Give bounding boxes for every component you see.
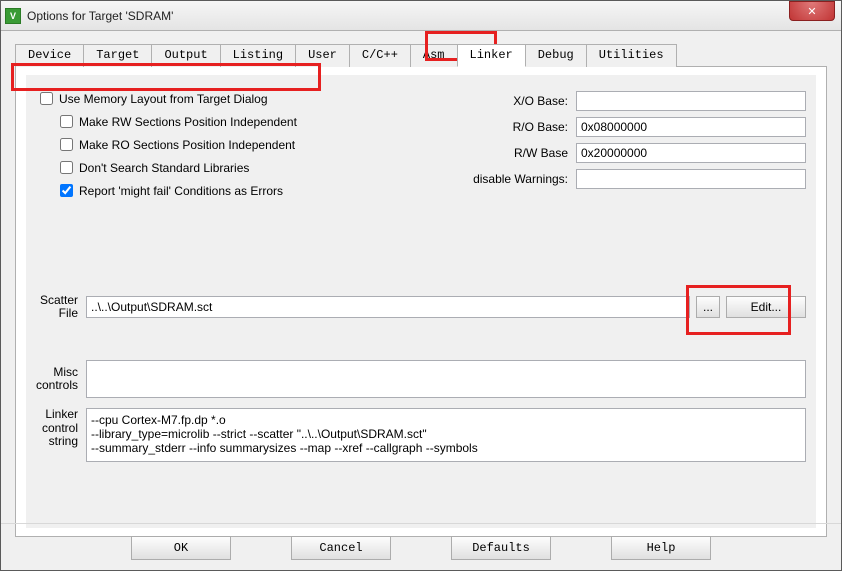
app-icon: V (5, 8, 21, 24)
tab-target[interactable]: Target (83, 44, 152, 67)
lbl-ro-base: R/O Base: (456, 120, 576, 134)
chk-dont-search[interactable] (60, 161, 73, 174)
tab-debug[interactable]: Debug (525, 44, 587, 67)
lbl-report-might-fail: Report 'might fail' Conditions as Errors (79, 184, 283, 198)
browse-scatter-button[interactable]: ... (696, 296, 720, 318)
input-xo-base[interactable] (576, 91, 806, 111)
lbl-make-ro: Make RO Sections Position Independent (79, 138, 295, 152)
titlebar: V Options for Target 'SDRAM' (1, 1, 841, 31)
input-scatter-file[interactable] (86, 296, 690, 318)
lbl-xo-base: X/O Base: (456, 94, 576, 108)
input-rw-base[interactable] (576, 143, 806, 163)
lbl-scatter-file: Scatter File (36, 294, 86, 320)
tab-output[interactable]: Output (151, 44, 220, 67)
tab-utilities[interactable]: Utilities (586, 44, 677, 67)
lbl-rw-base: R/W Base (456, 146, 576, 160)
dialog-window: V Options for Target 'SDRAM' Device Targ… (0, 0, 842, 571)
lbl-misc-controls: Misc controls (36, 366, 86, 392)
tab-user[interactable]: User (295, 44, 350, 67)
defaults-button[interactable]: Defaults (451, 536, 551, 560)
ok-button[interactable]: OK (131, 536, 231, 560)
lbl-linker-control-string: Linker control string (36, 408, 86, 448)
tab-ccpp[interactable]: C/C++ (349, 44, 411, 67)
lbl-dont-search: Don't Search Standard Libraries (79, 161, 249, 175)
input-misc-controls[interactable] (86, 360, 806, 398)
chk-report-might-fail[interactable] (60, 184, 73, 197)
help-button[interactable]: Help (611, 536, 711, 560)
lbl-use-memory-layout: Use Memory Layout from Target Dialog (59, 92, 268, 106)
tab-asm[interactable]: Asm (410, 44, 458, 67)
lbl-disable-warnings: disable Warnings: (456, 172, 576, 186)
cancel-button[interactable]: Cancel (291, 536, 391, 560)
chk-make-rw[interactable] (60, 115, 73, 128)
input-linker-control-string (86, 408, 806, 462)
window-title: Options for Target 'SDRAM' (27, 9, 837, 23)
tab-body: Use Memory Layout from Target Dialog Mak… (15, 67, 827, 537)
input-disable-warnings[interactable] (576, 169, 806, 189)
tabstrip: Device Target Output Listing User C/C++ … (15, 43, 827, 67)
chk-use-memory-layout[interactable] (40, 92, 53, 105)
dialog-button-row: OK Cancel Defaults Help (1, 523, 841, 560)
close-button[interactable] (789, 1, 835, 21)
content-area: Device Target Output Listing User C/C++ … (1, 31, 841, 547)
tab-device[interactable]: Device (15, 44, 84, 67)
chk-make-ro[interactable] (60, 138, 73, 151)
lbl-make-rw: Make RW Sections Position Independent (79, 115, 297, 129)
tab-linker[interactable]: Linker (457, 44, 526, 67)
tab-listing[interactable]: Listing (220, 44, 296, 67)
edit-scatter-button[interactable]: Edit... (726, 296, 806, 318)
input-ro-base[interactable] (576, 117, 806, 137)
